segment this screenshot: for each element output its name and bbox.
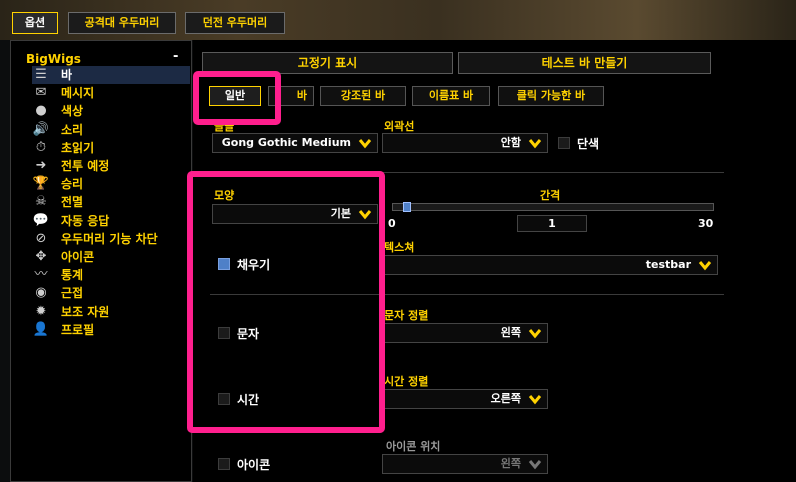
envelope-icon: ✉ <box>35 85 47 101</box>
sidebar-item-label: 메시지 <box>61 86 95 101</box>
monochrome-checkbox[interactable] <box>558 137 570 149</box>
sidebar-item-label: 소리 <box>61 122 84 137</box>
tree-root-bigwigs[interactable]: BigWigs <box>26 52 81 66</box>
font-dropdown[interactable]: Gong Gothic Medium <box>212 133 378 153</box>
sun-icon: ✹ <box>35 303 47 319</box>
sidebar-item[interactable]: 〰 통계 <box>32 266 190 284</box>
texture-value: testbar <box>645 258 691 271</box>
chevron-down-icon <box>528 139 542 149</box>
sidebar-item[interactable]: ✥ 아이콘 <box>32 248 190 266</box>
stats-icon: 〰 <box>34 267 48 283</box>
icon-checkbox[interactable] <box>218 458 230 470</box>
spacing-min: 0 <box>388 217 396 230</box>
spacing-max: 30 <box>698 217 714 230</box>
speaker-icon: 🔊 <box>32 121 50 137</box>
bars-icon: ☰ <box>35 67 47 82</box>
sidebar-item-label: 보조 자원 <box>61 304 110 319</box>
sidebar-item-label: 자동 응답 <box>61 213 110 228</box>
chevron-down-icon <box>528 460 542 470</box>
sidebar-item[interactable]: ✹ 보조 자원 <box>32 303 190 321</box>
sidebar-item[interactable]: 💬 자동 응답 <box>32 212 190 230</box>
subtab-nameplate-bars[interactable]: 이름표 바 <box>412 86 490 106</box>
text-align-dropdown[interactable]: 왼쪽 <box>382 323 548 343</box>
sidebar-item[interactable]: ⊘ 우두머리 기능 차단 <box>32 230 190 248</box>
sidebar-item-label: 아이콘 <box>61 250 95 264</box>
trophy-icon: 🏆 <box>32 176 50 192</box>
texture-dropdown[interactable]: testbar <box>382 255 718 275</box>
sidebar-item-label: 전투 예정 <box>61 159 110 173</box>
icon-position-dropdown[interactable]: 왼쪽 <box>382 454 548 474</box>
highlight-general-tab <box>193 71 281 125</box>
block-icon: ⊘ <box>35 230 47 246</box>
sidebar-item-label: 통계 <box>61 268 84 283</box>
sidebar-item-label: 근접 <box>61 286 84 301</box>
sidebar-item[interactable]: 👤 프로필 <box>32 321 190 339</box>
person-icon: 👤 <box>32 321 50 337</box>
collapse-icon[interactable]: - <box>173 49 178 64</box>
outline-label: 외곽선 <box>384 120 415 133</box>
create-test-bar-button[interactable]: 테스트 바 만들기 <box>458 52 711 74</box>
sidebar-item-label: 바 <box>61 68 73 82</box>
spacing-label: 간격 <box>540 189 561 202</box>
chevron-down-icon <box>528 395 542 405</box>
sidebar-item[interactable]: ⏱ 초읽기 <box>32 139 190 157</box>
time-align-value: 오른쪽 <box>490 392 521 405</box>
font-value: Gong Gothic Medium <box>221 136 351 149</box>
monochrome-label: 단색 <box>577 137 600 151</box>
spacing-value-input[interactable]: 1 <box>517 215 587 232</box>
spacing-slider-thumb[interactable] <box>402 202 411 212</box>
arrows-icon: ➜ <box>35 158 47 173</box>
icon-position-value: 왼쪽 <box>500 457 521 470</box>
chevron-down-icon <box>528 329 542 339</box>
sidebar-item[interactable]: 🔊 소리 <box>32 121 190 139</box>
tab-raid-bosses[interactable]: 공격대 우두머리 <box>68 12 176 34</box>
stopwatch-icon: ⏱ <box>35 139 47 155</box>
sidebar-item-label: 승리 <box>61 177 84 192</box>
outline-value: 안함 <box>500 136 521 149</box>
sidebar-item[interactable]: ✉ 메시지 <box>32 84 190 102</box>
text-align-value: 왼쪽 <box>500 326 521 339</box>
tab-options[interactable]: 옵션 <box>12 12 58 34</box>
spacing-slider-track[interactable] <box>392 203 714 211</box>
skull-icon: ☠ <box>35 194 47 210</box>
texture-label: 텍스쳐 <box>384 241 415 254</box>
outline-dropdown[interactable]: 안함 <box>382 133 548 153</box>
time-align-label: 시간 정렬 <box>384 375 429 388</box>
target-icon: ✥ <box>35 249 47 264</box>
subtab-clickable-bars[interactable]: 클릭 가능한 바 <box>498 86 604 106</box>
sidebar-item[interactable]: ➜ 전투 예정 <box>32 157 190 175</box>
chat-bubble-icon: 💬 <box>32 212 50 228</box>
sidebar-item[interactable]: ☰ 바 <box>32 66 190 84</box>
sidebar-item[interactable]: ☠ 전멸 <box>32 193 190 211</box>
tab-dungeon-bosses[interactable]: 던전 우두머리 <box>185 12 285 34</box>
chevron-down-icon <box>358 139 372 149</box>
chevron-down-icon <box>698 261 712 271</box>
sidebar-item-label: 우두머리 기능 차단 <box>61 231 158 246</box>
sidebar-item-label: 전멸 <box>61 195 84 210</box>
color-dots-icon: ● <box>35 103 47 119</box>
radar-icon: ◉ <box>35 285 47 301</box>
text-align-label: 문자 정렬 <box>384 309 429 322</box>
sidebar-item-label: 색상 <box>61 104 84 119</box>
time-align-dropdown[interactable]: 오른쪽 <box>382 389 548 409</box>
icon-label: 아이콘 <box>237 458 271 472</box>
sidebar-item-label: 초읽기 <box>61 140 95 155</box>
sidebar-item[interactable]: 🏆 승리 <box>32 175 190 193</box>
highlight-style-options <box>187 171 385 433</box>
sidebar-item[interactable]: ● 색상 <box>32 102 190 120</box>
subtab-emphasized-bars[interactable]: 강조된 바 <box>320 86 406 106</box>
sidebar-item-label: 프로필 <box>61 322 95 337</box>
icon-position-label: 아이콘 위치 <box>386 440 441 453</box>
sidebar-item[interactable]: ◉ 근접 <box>32 284 190 302</box>
